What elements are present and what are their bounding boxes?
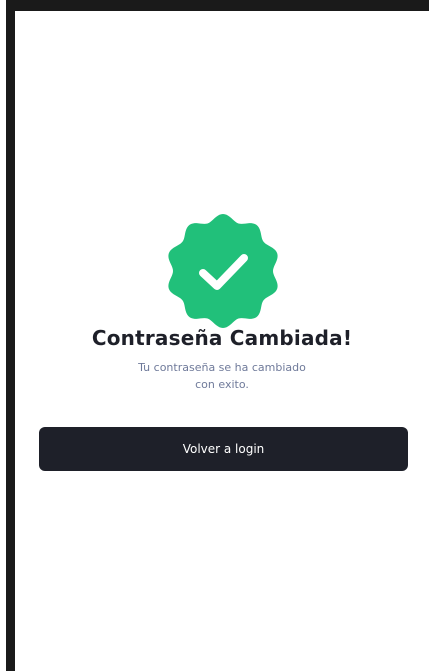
page-title: Contraseña Cambiada!: [91, 326, 353, 350]
verified-check-badge-icon: [165, 213, 281, 329]
back-to-login-button[interactable]: Volver a login: [39, 427, 408, 471]
window-border-left: [6, 0, 15, 671]
success-message-line-1: Tu contraseña se ha cambiado: [138, 361, 306, 374]
window-border-top: [6, 0, 429, 11]
screen: Contraseña Cambiada! Tu contraseña se ha…: [0, 0, 429, 671]
success-message-line-2: con exito.: [195, 378, 249, 391]
success-message: Tu contraseña se ha cambiado con exito.: [90, 359, 354, 393]
